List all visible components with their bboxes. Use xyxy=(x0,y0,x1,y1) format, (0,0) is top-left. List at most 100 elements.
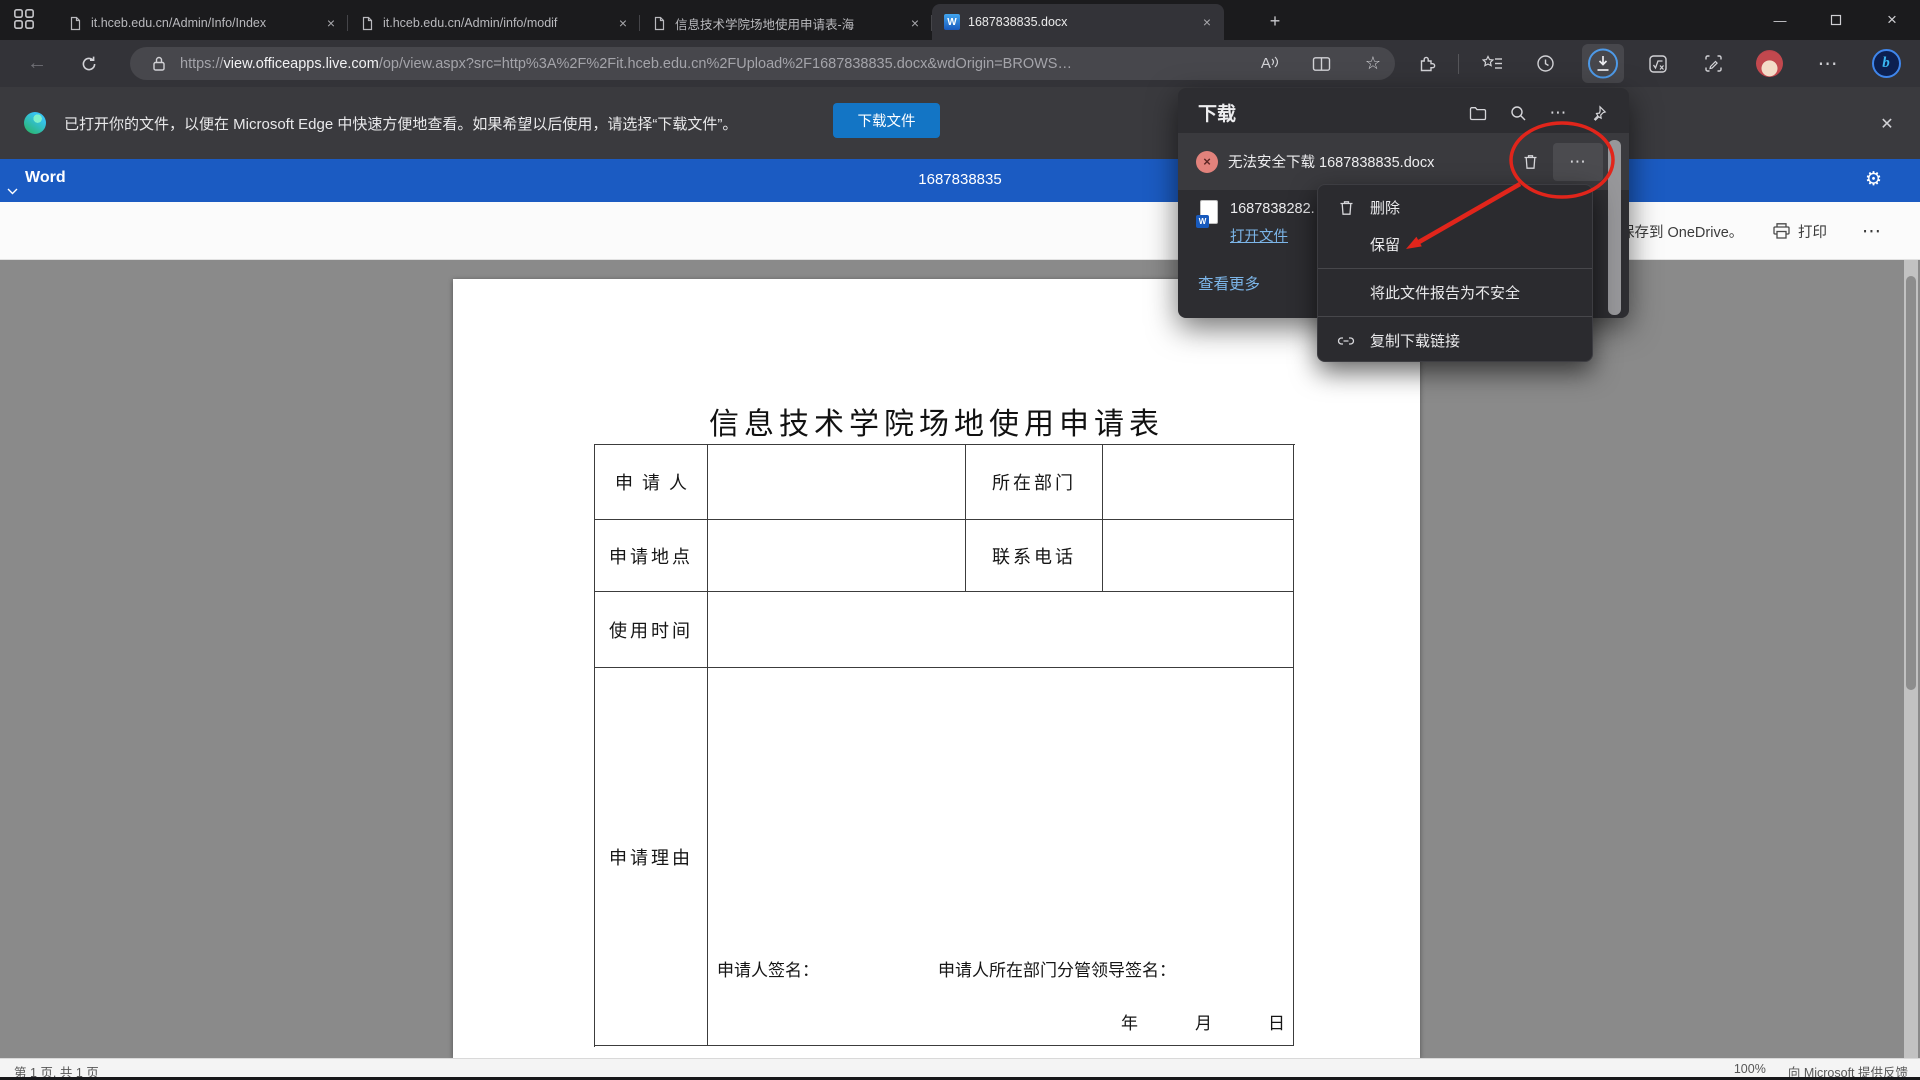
document-page: 信息技术学院场地使用申请表 申请人 所在部门 申请地点 联系电话 使用时间 申请… xyxy=(453,279,1420,1058)
open-file-link[interactable]: 打开文件 xyxy=(1230,225,1288,246)
page-scrollbar[interactable] xyxy=(1904,260,1918,1058)
word-viewer-header: Word 1687838835 ⚙ xyxy=(0,159,1920,202)
leader-signature-label: 申请人所在部门分管领导签名： xyxy=(938,956,1176,981)
field-label-phone: 联系电话 xyxy=(966,520,1103,592)
toolbar-divider xyxy=(1453,40,1463,87)
field-value-time xyxy=(708,592,1294,668)
zoom-level-label[interactable]: 100% xyxy=(1734,1062,1766,1080)
menu-item-report-unsafe[interactable]: 将此文件报告为不安全 xyxy=(1318,274,1592,311)
menu-divider xyxy=(1318,268,1592,269)
field-value-phone xyxy=(1103,520,1294,592)
back-button[interactable]: ← xyxy=(20,40,54,87)
url-text: https://view.officeapps.live.com/op/view… xyxy=(180,56,1251,72)
tab-title: 信息技术学院场地使用申请表-海 xyxy=(675,14,898,33)
field-label-department: 所在部门 xyxy=(966,445,1103,520)
document-name-dropdown[interactable]: 1687838835 xyxy=(0,171,1920,195)
menu-item-copy-download-link[interactable]: 复制下载链接 xyxy=(1318,322,1592,359)
feedback-link[interactable]: 向 Microsoft 提供反馈 xyxy=(1788,1062,1908,1080)
downloads-scrollbar-thumb[interactable] xyxy=(1608,140,1621,315)
window-minimize-button[interactable]: — xyxy=(1752,0,1808,40)
word-icon: W xyxy=(944,14,960,30)
history-icon[interactable] xyxy=(1527,40,1563,87)
open-downloads-folder-icon[interactable] xyxy=(1463,98,1493,128)
field-value-department xyxy=(1103,445,1294,520)
settings-gear-icon[interactable]: ⚙ xyxy=(1865,168,1882,191)
download-more-actions-button[interactable]: ⋯ xyxy=(1553,143,1603,181)
favorite-star-icon[interactable]: ☆ xyxy=(1365,53,1381,74)
tab-title: 1687838835.docx xyxy=(968,15,1190,29)
word-viewer-toolbar: 保存到 OneDrive。 打印 ⋯ xyxy=(0,202,1920,260)
downloads-title: 下载 xyxy=(1198,99,1236,126)
tab-bar: it.hceb.edu.cn/Admin/Info/Index × it.hce… xyxy=(0,0,1920,40)
window-maximize-button[interactable] xyxy=(1808,0,1864,40)
address-toolbar: ← https://view.officeapps.live.com/op/vi… xyxy=(0,40,1920,87)
tab-admin-info-index[interactable]: it.hceb.edu.cn/Admin/Info/Index × xyxy=(56,6,348,40)
word-file-icon: W xyxy=(1196,200,1218,228)
field-value-location xyxy=(708,520,966,592)
toolbar-more-button[interactable]: ⋯ xyxy=(1862,202,1881,260)
page-scrollbar-thumb[interactable] xyxy=(1906,276,1916,690)
save-to-onedrive-button[interactable]: 保存到 OneDrive。 xyxy=(1620,202,1743,260)
date-month-label: 月 xyxy=(1195,1009,1212,1034)
bing-chat-icon[interactable]: b xyxy=(1866,40,1906,87)
downloads-more-options-icon[interactable]: ⋯ xyxy=(1543,98,1573,128)
download-file-button[interactable]: 下载文件 xyxy=(833,103,940,138)
infobar-message: 已打开你的文件，以便在 Microsoft Edge 中快速方便地查看。如果希望… xyxy=(64,113,737,134)
page-icon xyxy=(360,16,375,31)
link-icon xyxy=(1336,334,1356,348)
blocked-error-icon: × xyxy=(1196,151,1218,173)
infobar-close-icon[interactable]: ✕ xyxy=(1874,111,1900,137)
address-bar-input[interactable]: https://view.officeapps.live.com/op/view… xyxy=(130,47,1395,80)
page-count-label: 第 1 页, 共 1 页 xyxy=(14,1062,99,1080)
collections-icon[interactable] xyxy=(1474,40,1510,87)
print-button[interactable]: 打印 xyxy=(1772,202,1827,260)
math-solver-icon[interactable] xyxy=(1640,40,1676,87)
completed-download-item[interactable]: W 1687838282. 打开文件 xyxy=(1196,200,1315,246)
pin-downloads-icon[interactable] xyxy=(1583,98,1613,128)
lock-icon xyxy=(152,55,166,72)
download-infobar: 已打开你的文件，以便在 Microsoft Edge 中快速方便地查看。如果希望… xyxy=(0,87,1920,159)
menu-item-keep[interactable]: 保留 xyxy=(1318,226,1592,263)
status-bar: 第 1 页, 共 1 页 100% 向 Microsoft 提供反馈 xyxy=(0,1058,1920,1080)
blocked-download-status: 无法安全下载 1687838835.docx xyxy=(1228,151,1513,172)
tab-application-form-page[interactable]: 信息技术学院场地使用申请表-海 × xyxy=(640,6,932,40)
tab-title: it.hceb.edu.cn/Admin/info/modif xyxy=(383,16,606,30)
field-label-reason: 申请理由 xyxy=(595,668,708,1046)
field-label-location: 申请地点 xyxy=(595,520,708,592)
see-more-link[interactable]: 查看更多 xyxy=(1198,272,1260,294)
tab-admin-info-modify[interactable]: it.hceb.edu.cn/Admin/info/modif × xyxy=(348,6,640,40)
menu-item-delete[interactable]: 删除 xyxy=(1318,189,1592,226)
date-day-label: 日 xyxy=(1268,1009,1285,1034)
tab-close-icon[interactable]: × xyxy=(614,14,632,32)
document-title: 信息技术学院场地使用申请表 xyxy=(453,399,1420,443)
printer-icon xyxy=(1772,222,1791,240)
read-aloud-icon[interactable]: A xyxy=(1261,55,1278,72)
tab-docx-active[interactable]: W 1687838835.docx × xyxy=(932,4,1224,40)
settings-more-icon[interactable]: ⋯ xyxy=(1810,40,1846,87)
split-screen-icon[interactable] xyxy=(1312,56,1331,72)
page-icon xyxy=(652,16,667,31)
profile-avatar[interactable] xyxy=(1752,40,1786,87)
tab-list-icon[interactable] xyxy=(13,8,35,30)
tab-title: it.hceb.edu.cn/Admin/Info/Index xyxy=(91,16,314,30)
search-downloads-icon[interactable] xyxy=(1503,98,1533,128)
trash-icon xyxy=(1336,199,1356,217)
downloads-button[interactable] xyxy=(1582,44,1624,83)
application-form-table: 申请人 所在部门 申请地点 联系电话 使用时间 申请理由 申请人签名： 申请人所… xyxy=(594,444,1295,1047)
tab-close-icon[interactable]: × xyxy=(1198,13,1216,31)
tab-close-icon[interactable]: × xyxy=(322,14,340,32)
blocked-download-item[interactable]: × 无法安全下载 1687838835.docx ⋯ xyxy=(1178,133,1629,190)
window-close-button[interactable]: × xyxy=(1864,0,1920,40)
document-canvas: 信息技术学院场地使用申请表 申请人 所在部门 申请地点 联系电话 使用时间 申请… xyxy=(0,260,1920,1058)
web-capture-icon[interactable] xyxy=(1695,40,1731,87)
tab-close-icon[interactable]: × xyxy=(906,14,924,32)
new-tab-button[interactable]: + xyxy=(1262,8,1288,34)
field-value-reason: 申请人签名： 申请人所在部门分管领导签名： 年 月 日 xyxy=(708,668,1294,1046)
date-year-label: 年 xyxy=(1121,1009,1138,1034)
refresh-button[interactable] xyxy=(72,40,106,87)
field-label-applicant: 申请人 xyxy=(595,445,708,520)
field-label-time: 使用时间 xyxy=(595,592,708,668)
delete-download-icon[interactable] xyxy=(1513,145,1547,179)
extensions-icon[interactable] xyxy=(1411,40,1443,87)
field-value-applicant xyxy=(708,445,966,520)
